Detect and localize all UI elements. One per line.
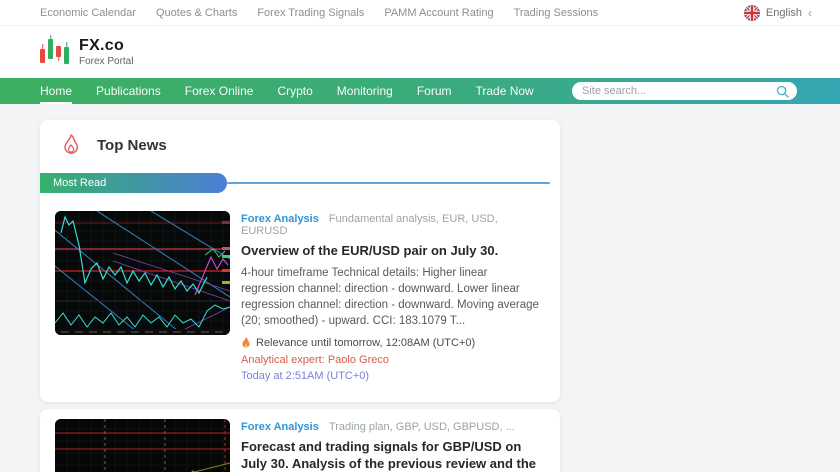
site-search bbox=[572, 82, 797, 100]
logo-subtitle: Forex Portal bbox=[79, 56, 134, 67]
top-link-trading-sessions[interactable]: Trading Sessions bbox=[514, 7, 599, 19]
nav-item-forum[interactable]: Forum bbox=[417, 78, 452, 104]
top-links: Economic Calendar Quotes & Charts Forex … bbox=[40, 7, 598, 19]
flame-small-icon bbox=[242, 337, 250, 348]
article-title[interactable]: Forecast and trading signals for GBP/USD… bbox=[241, 439, 541, 472]
article-eurusd: Forex Analysis Fundamental analysis, EUR… bbox=[40, 205, 560, 398]
search-input[interactable] bbox=[582, 85, 776, 97]
relevance-text: Relevance until tomorrow, 12:08AM (UTC+0… bbox=[256, 337, 476, 350]
article-tags: Trading plan, GBP, USD, GBPUSD, ... bbox=[328, 421, 515, 434]
article-thumbnail-eurusd-chart[interactable] bbox=[55, 211, 230, 335]
chevron-left-icon: ‹ bbox=[808, 5, 812, 20]
uk-flag-icon bbox=[743, 4, 760, 21]
tab-most-read[interactable]: Most Read bbox=[40, 173, 227, 193]
top-news-card: Top News Most Read Forex Analysis Fundam… bbox=[40, 120, 560, 403]
section-title: Top News bbox=[97, 136, 167, 154]
article-excerpt: 4-hour timeframe Technical details: High… bbox=[241, 266, 539, 328]
second-news-card: instaforex Forex Analysis Trading plan, … bbox=[40, 409, 560, 472]
header: FX.co Forex Portal bbox=[0, 26, 840, 78]
article-title[interactable]: Overview of the EUR/USD pair on July 30. bbox=[241, 243, 541, 260]
relevance-row: Relevance until tomorrow, 12:08AM (UTC+0… bbox=[241, 337, 541, 349]
top-link-quotes-charts[interactable]: Quotes & Charts bbox=[156, 7, 237, 19]
language-selector[interactable]: English ‹ bbox=[743, 4, 812, 21]
article-meta: Forex Analysis Trading plan, GBP, USD, G… bbox=[241, 421, 541, 433]
nav-item-publications[interactable]: Publications bbox=[96, 78, 161, 104]
nav-item-home[interactable]: Home bbox=[40, 78, 73, 104]
search-icon[interactable] bbox=[776, 85, 789, 98]
site-logo[interactable]: FX.co Forex Portal bbox=[40, 35, 134, 67]
nav-item-forex-online[interactable]: Forex Online bbox=[185, 78, 254, 104]
nav-item-monitoring[interactable]: Monitoring bbox=[337, 78, 393, 104]
tab-underline bbox=[227, 182, 550, 184]
logo-title: FX.co bbox=[79, 37, 125, 54]
analytical-expert[interactable]: Analytical expert: Paolo Greco bbox=[241, 354, 541, 366]
main-navigation: Home Publications Forex Online Crypto Mo… bbox=[0, 78, 840, 104]
nav-item-trade-now[interactable]: Trade Now bbox=[475, 78, 533, 104]
article-gbpusd: instaforex Forex Analysis Trading plan, … bbox=[40, 413, 560, 472]
article-meta: Forex Analysis Fundamental analysis, EUR… bbox=[241, 213, 541, 237]
tab-row: Most Read bbox=[40, 173, 560, 193]
category-link[interactable]: Forex Analysis bbox=[241, 421, 319, 433]
publish-date: Today at 2:51AM (UTC+0) bbox=[241, 370, 370, 383]
category-link[interactable]: Forex Analysis bbox=[241, 213, 319, 225]
language-label: English bbox=[765, 6, 802, 19]
page: Economic Calendar Quotes & Charts Forex … bbox=[0, 0, 840, 472]
top-link-forex-trading-signals[interactable]: Forex Trading Signals bbox=[257, 7, 364, 19]
candlestick-logo-icon bbox=[40, 35, 69, 67]
nav-item-crypto[interactable]: Crypto bbox=[277, 78, 312, 104]
top-link-pamm-account-rating[interactable]: PAMM Account Rating bbox=[384, 7, 493, 19]
flame-icon bbox=[64, 134, 79, 154]
article-thumbnail-gbpusd-chart[interactable]: instaforex bbox=[55, 419, 230, 472]
top-utility-bar: Economic Calendar Quotes & Charts Forex … bbox=[0, 0, 840, 26]
top-link-economic-calendar[interactable]: Economic Calendar bbox=[40, 7, 136, 19]
